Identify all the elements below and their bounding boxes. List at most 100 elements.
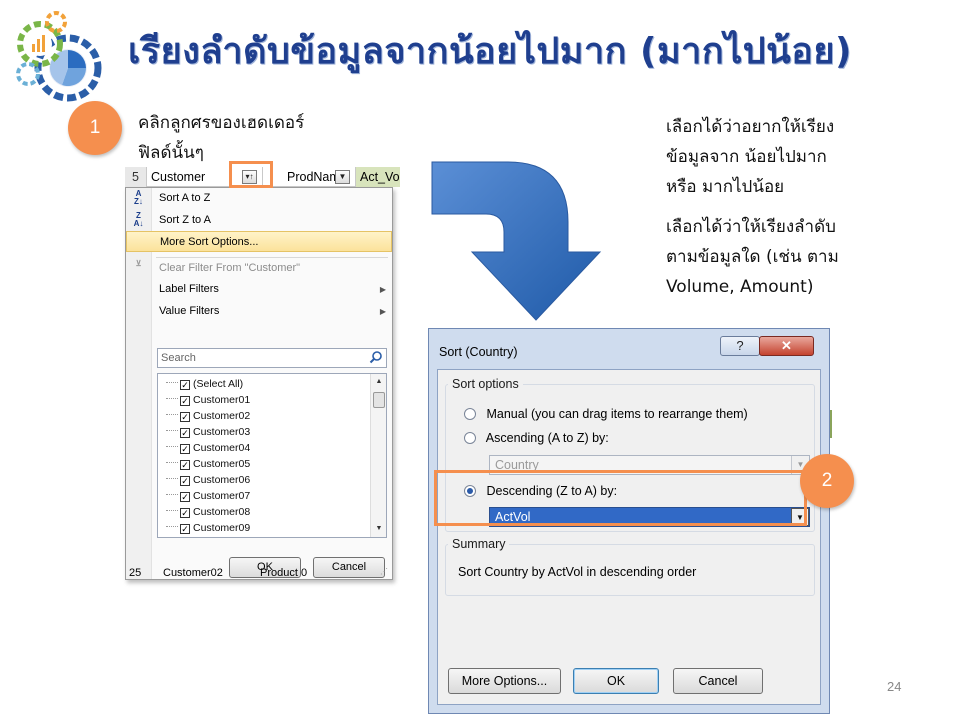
filter-search-placeholder: Search — [161, 352, 196, 364]
tree-connector — [166, 398, 178, 399]
prodname-filter-dropdown-icon[interactable]: ▼ — [335, 170, 350, 184]
menu-more-sort-options-label: More Sort Options... — [160, 236, 259, 248]
tree-connector — [166, 382, 178, 383]
ascending-radio[interactable] — [464, 432, 476, 444]
row-customer: Customer02 — [163, 567, 223, 579]
note-sort-direction: เลือกได้ว่าอยากให้เรียง ข้อมูลจาก น้อยไป… — [666, 112, 896, 202]
menu-clear-filter-label: Clear Filter From "Customer" — [159, 262, 301, 274]
checkbox[interactable]: ✓ — [180, 444, 190, 454]
manual-radio[interactable] — [464, 408, 476, 420]
row-number: 5 — [125, 167, 147, 187]
excel-filter-screenshot: 5 Customer ▾↑ ProdName ▼ Act_Vo A Z↓ Sort… — [125, 167, 400, 580]
checkbox[interactable]: ✓ — [180, 428, 190, 438]
note-2-line-1: เลือกได้ว่าให้เรียงลำดับ — [666, 217, 836, 237]
sheet-row-behind: 25 Customer02 Product 0 — [125, 567, 393, 580]
submenu-arrow-icon: ▶ — [379, 285, 386, 294]
tree-connector — [166, 494, 178, 495]
menu-value-filters-label: Value Filters — [159, 305, 220, 317]
header-actvol: Act_Vo — [355, 167, 400, 187]
tree-connector — [166, 414, 178, 415]
checkbox[interactable]: ✓ — [180, 396, 190, 406]
filter-list-item-label: Customer08 — [193, 506, 251, 518]
note-2-line-3: Volume, Amount) — [666, 277, 814, 297]
header-customer: Customer — [151, 170, 206, 184]
tree-connector — [166, 462, 178, 463]
note-sort-field: เลือกได้ว่าให้เรียงลำดับ ตามข้อมูลใด (เช… — [666, 212, 896, 302]
menu-clear-filter[interactable]: ⊻ Clear Filter From "Customer" — [126, 258, 392, 279]
help-button[interactable]: ? — [720, 336, 760, 356]
dialog-body: Sort options Manual (you can drag items … — [437, 369, 821, 705]
filter-value-list: ✓ (Select All) ✓ Customer01 ✓ Customer02 ✓ Cust… — [157, 373, 387, 538]
filter-list-item-label: Customer07 — [193, 490, 251, 502]
summary-text: Sort Country by ActVol in descending ord… — [458, 565, 697, 579]
filter-menu: A Z↓ Sort A to Z Z A↓ Sort Z to A More Sor… — [125, 187, 393, 580]
manual-label: Manual (you can drag items to rearrange … — [486, 407, 748, 421]
summary-group: Summary Sort Country by ActVol in descen… — [445, 537, 815, 596]
step-1-line-1: คลิกลูกศรของเฮดเดอร์ — [138, 113, 305, 133]
cancel-button[interactable]: Cancel — [673, 668, 763, 694]
scroll-down-icon[interactable]: ▼ — [372, 522, 386, 536]
dialog-title: Sort (Country) — [439, 345, 518, 359]
step-2-badge: 2 — [800, 454, 854, 508]
step-1-instruction: คลิกลูกศรของเฮดเดอร์ ฟิลด์นั้นๆ — [138, 108, 378, 168]
filter-list-item[interactable]: ✓ Customer01 — [166, 392, 250, 408]
gear-analytics-logo — [16, 11, 102, 102]
filter-list-item-label: Customer05 — [193, 458, 251, 470]
ok-button[interactable]: OK — [573, 668, 659, 694]
menu-sort-a-to-z-label: Sort A to Z — [159, 192, 211, 204]
checkbox[interactable]: ✓ — [180, 508, 190, 518]
slide-title: เรียงลำดับข้อมูลจากน้อยไปมาก (มากไปน้อย) — [128, 31, 852, 72]
scroll-up-icon[interactable]: ▲ — [372, 375, 386, 389]
sort-options-label: Sort options — [448, 377, 523, 391]
clear-filter-icon: ⊻ — [135, 259, 142, 268]
menu-value-filters[interactable]: Value Filters ▶ — [126, 301, 392, 322]
menu-sort-z-to-a[interactable]: Z A↓ Sort Z to A — [126, 210, 392, 231]
checkbox[interactable]: ✓ — [180, 492, 190, 502]
sort-a-to-z-icon: A Z↓ — [134, 189, 143, 206]
menu-label-filters-label: Label Filters — [159, 283, 219, 295]
ascending-option[interactable]: Ascending (A to Z) by: — [464, 429, 609, 447]
filter-list-item[interactable]: ✓ Customer09 — [166, 520, 250, 536]
filter-list-item[interactable]: ✓ Customer07 — [166, 488, 250, 504]
submenu-arrow-icon: ▶ — [379, 307, 386, 316]
filter-list-item[interactable]: ✓ Customer06 — [166, 472, 250, 488]
filter-list-item[interactable]: ✓ (Select All) — [166, 376, 243, 392]
menu-more-sort-options[interactable]: More Sort Options... — [126, 231, 392, 252]
checkbox[interactable]: ✓ — [180, 460, 190, 470]
tree-connector — [166, 510, 178, 511]
checkbox[interactable]: ✓ — [180, 524, 190, 534]
filter-list-item[interactable]: ✓ Customer05 — [166, 456, 250, 472]
list-scrollbar[interactable]: ▲ ▼ — [370, 374, 386, 537]
curved-arrow-icon — [431, 161, 602, 321]
manual-option[interactable]: Manual (you can drag items to rearrange … — [464, 405, 748, 423]
filter-list-item-label: Customer09 — [193, 522, 251, 534]
page-number: 24 — [887, 679, 902, 694]
search-icon — [369, 351, 382, 364]
menu-sort-a-to-z[interactable]: A Z↓ Sort A to Z — [126, 188, 392, 209]
close-button[interactable]: ✕ — [759, 336, 814, 356]
more-options-button[interactable]: More Options... — [448, 668, 561, 694]
filter-list-item-label: Customer03 — [193, 426, 251, 438]
note-1-line-3: หรือ มากไปน้อย — [666, 177, 785, 197]
filter-list-item-label: Customer06 — [193, 474, 251, 486]
filter-list-item[interactable]: ✓ Customer02 — [166, 408, 250, 424]
checkbox[interactable]: ✓ — [180, 476, 190, 486]
note-1-line-1: เลือกได้ว่าอยากให้เรียง — [666, 117, 835, 137]
filter-list-item[interactable]: ✓ Customer04 — [166, 440, 250, 456]
sort-z-to-a-icon: Z A↓ — [133, 211, 144, 228]
filter-search-input[interactable]: Search — [157, 348, 387, 368]
tree-connector — [166, 526, 178, 527]
note-2-line-2: ตามข้อมูลใด (เช่น ตาม — [666, 247, 839, 267]
dropdown-highlight-box — [229, 161, 273, 188]
tree-connector — [166, 430, 178, 431]
menu-label-filters[interactable]: Label Filters ▶ — [126, 279, 392, 300]
filter-list-item[interactable]: ✓ Customer03 — [166, 424, 250, 440]
scroll-thumb[interactable] — [373, 392, 385, 408]
checkbox[interactable]: ✓ — [180, 380, 190, 390]
filter-list-item-label: (Select All) — [193, 378, 244, 390]
menu-sort-z-to-a-label: Sort Z to A — [159, 214, 211, 226]
tree-connector — [166, 478, 178, 479]
descending-highlight-box — [434, 470, 807, 526]
checkbox[interactable]: ✓ — [180, 412, 190, 422]
filter-list-item[interactable]: ✓ Customer08 — [166, 504, 250, 520]
